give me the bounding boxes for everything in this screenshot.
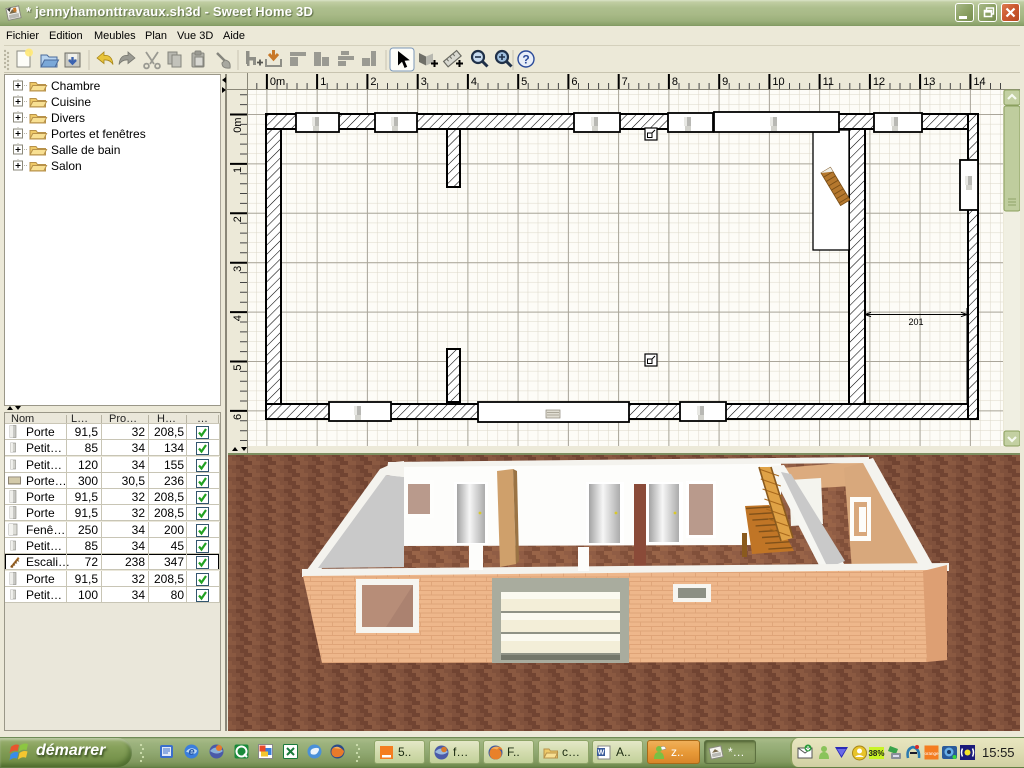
svg-text:9: 9 <box>722 76 728 88</box>
svg-text:11: 11 <box>823 76 834 88</box>
svg-text:201: 201 <box>908 317 923 327</box>
svg-text:13: 13 <box>923 76 935 88</box>
svg-text:6: 6 <box>571 76 577 88</box>
svg-text:0m: 0m <box>232 118 244 133</box>
svg-text:e: e <box>188 746 194 758</box>
svg-text:4: 4 <box>471 76 477 88</box>
svg-text:1: 1 <box>320 76 326 88</box>
svg-text:12: 12 <box>873 76 885 88</box>
svg-text:2: 2 <box>370 76 376 88</box>
svg-text:5: 5 <box>232 365 244 371</box>
svg-text:8: 8 <box>672 76 678 88</box>
svg-text:38%: 38% <box>868 749 884 758</box>
svg-text:6: 6 <box>232 414 244 420</box>
svg-text:4: 4 <box>232 315 244 321</box>
svg-text:1: 1 <box>232 167 244 173</box>
svg-text:orange: orange <box>924 751 939 756</box>
svg-text:3: 3 <box>421 76 427 88</box>
svg-text:10: 10 <box>772 76 784 88</box>
svg-text:7: 7 <box>622 76 628 88</box>
svg-text:?: ? <box>522 53 529 67</box>
svg-text:14: 14 <box>973 76 985 88</box>
svg-text:0m: 0m <box>270 76 285 88</box>
svg-text:W: W <box>598 750 605 757</box>
svg-text:5: 5 <box>521 76 527 88</box>
svg-text:2: 2 <box>232 216 244 222</box>
svg-text:3: 3 <box>232 266 244 272</box>
